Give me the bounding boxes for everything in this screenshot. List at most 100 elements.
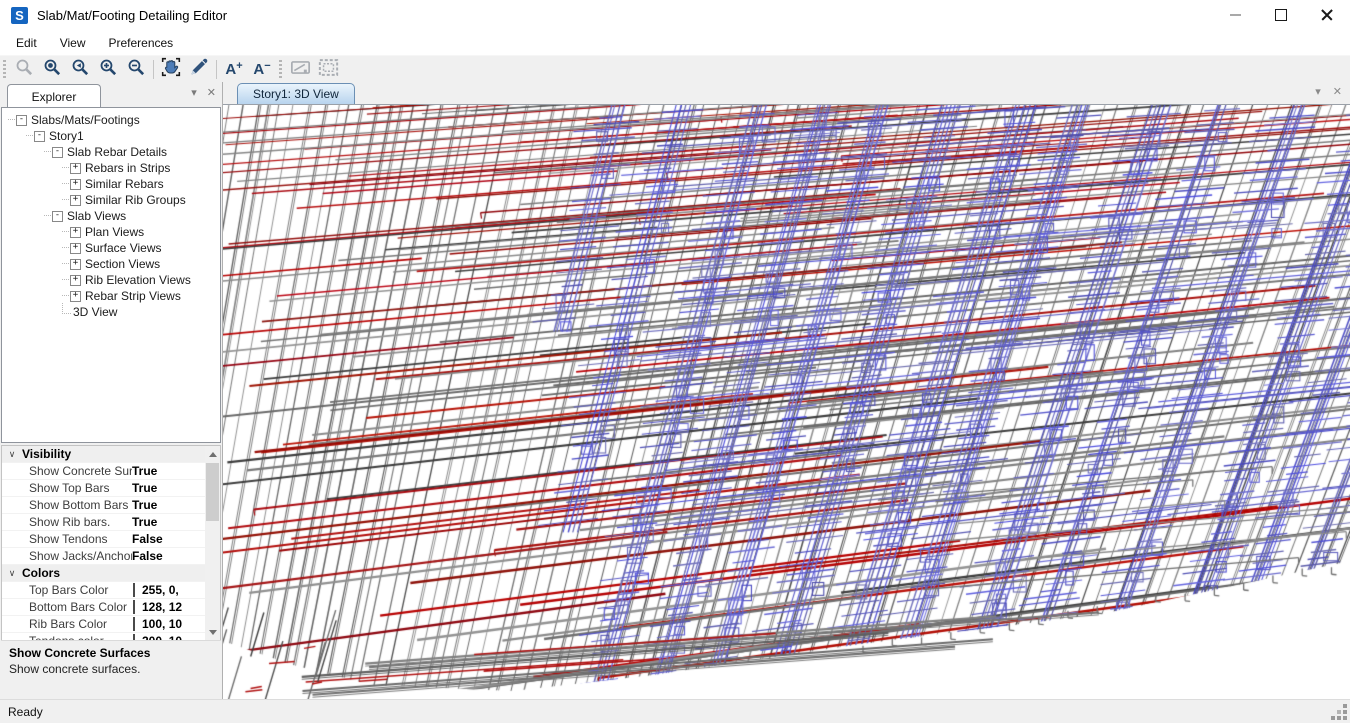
zoom-extents-button	[10, 58, 38, 82]
tree-item-label: Story1	[49, 129, 84, 143]
property-label: Rib Bars Color	[2, 617, 132, 631]
property-category-label: Visibility	[22, 447, 71, 461]
tree-connector	[44, 215, 51, 217]
expand-icon[interactable]: +	[70, 275, 81, 286]
tree-connector	[8, 119, 15, 121]
property-category-colors[interactable]: ∨Colors	[2, 565, 220, 582]
property-category-visibility[interactable]: ∨Visibility	[2, 446, 220, 463]
font-increase-button[interactable]: A+	[220, 58, 248, 82]
property-row-show-bottom-bars[interactable]: Show Bottom BarsTrue	[2, 497, 220, 514]
expand-icon[interactable]: +	[70, 243, 81, 254]
expand-icon[interactable]: +	[70, 291, 81, 302]
tab-story1-3d-view[interactable]: Story1: 3D View	[237, 83, 355, 104]
tree-connector	[44, 151, 51, 153]
pan-hand-icon	[161, 57, 181, 82]
explorer-close-icon[interactable]: ✕	[207, 88, 216, 99]
resize-grip[interactable]	[1343, 716, 1347, 720]
collapse-icon[interactable]: -	[52, 147, 63, 158]
expand-icon[interactable]: +	[70, 195, 81, 206]
tree-item-plan-views[interactable]: +Plan Views	[2, 224, 220, 240]
tree-connector	[26, 135, 33, 137]
chevron-down-icon[interactable]: ∨	[2, 568, 22, 579]
property-help-title: Show Concrete Surfaces	[9, 646, 213, 660]
property-value-text: True	[132, 464, 157, 478]
expand-icon[interactable]: +	[70, 259, 81, 270]
document-close-icon[interactable]: ✕	[1333, 87, 1342, 98]
scroll-down-icon[interactable]	[209, 630, 217, 635]
maximize-button[interactable]	[1258, 0, 1304, 30]
propgrid-scrollbar[interactable]	[205, 446, 220, 641]
tree-item-label: Slabs/Mats/Footings	[31, 113, 140, 127]
explorer-menu-icon[interactable]: ▾	[191, 88, 197, 99]
tree-item-section-views[interactable]: +Section Views	[2, 256, 220, 272]
property-label: Show Top Bars	[2, 481, 132, 495]
font-decrease-button[interactable]: A−	[248, 58, 276, 82]
property-label: Top Bars Color	[2, 583, 132, 597]
property-value-text: 100, 10	[142, 617, 182, 631]
menu-item-edit[interactable]: Edit	[6, 32, 47, 54]
property-row-top-bars-color[interactable]: Top Bars Color255, 0,	[2, 582, 220, 599]
chevron-down-icon[interactable]: ∨	[2, 449, 22, 460]
tree-item-rebar-strip-views[interactable]: + Rebar Strip Views	[2, 288, 220, 304]
status-bar: Ready	[0, 699, 1350, 723]
tree-item-slabs-mats-footings[interactable]: -Slabs/Mats/Footings	[2, 112, 220, 128]
zoom-previous-button[interactable]	[66, 58, 94, 82]
property-row-show-tendons[interactable]: Show TendonsFalse	[2, 531, 220, 548]
tree-item-slab-rebar-details[interactable]: -Slab Rebar Details	[2, 144, 220, 160]
minimize-button[interactable]	[1212, 0, 1258, 30]
color-swatch[interactable]	[133, 617, 135, 631]
property-row-bottom-bars-color[interactable]: Bottom Bars Color128, 12	[2, 599, 220, 616]
property-label: Show Jacks/Anchors	[2, 549, 132, 563]
collapse-icon[interactable]: -	[52, 211, 63, 222]
tree-item-story1[interactable]: -Story1	[2, 128, 220, 144]
property-row-show-rib-bars-[interactable]: Show Rib bars.True	[2, 514, 220, 531]
tree-item-rib-elevation-views[interactable]: + Rib Elevation Views	[2, 272, 220, 288]
region-icon	[318, 58, 339, 82]
minimize-icon	[1230, 14, 1241, 16]
tree-connector	[62, 183, 69, 185]
tree-connector	[62, 231, 69, 233]
tree-item-rebars-in-strips[interactable]: +Rebars in Strips	[2, 160, 220, 176]
expand-icon[interactable]: +	[70, 179, 81, 190]
property-row-rib-bars-color[interactable]: Rib Bars Color 100, 10	[2, 616, 220, 633]
property-help-text: Show concrete surfaces.	[9, 662, 213, 676]
color-swatch[interactable]	[133, 583, 135, 597]
property-row-show-jacks-anchors[interactable]: Show Jacks/AnchorsFalse	[2, 548, 220, 565]
tree-item-label: Rib Elevation Views	[85, 273, 191, 287]
property-row-show-top-bars[interactable]: Show Top BarsTrue	[2, 480, 220, 497]
property-value-text: True	[132, 515, 157, 529]
tree-item-label: Rebar Strip Views	[85, 289, 181, 303]
property-value-text: True	[132, 498, 157, 512]
tree-item-label: Similar Rebars	[85, 177, 164, 191]
tree-item-3d-view[interactable]: 3D View	[2, 304, 220, 320]
expand-icon[interactable]: +	[70, 227, 81, 238]
color-swatch[interactable]	[133, 600, 135, 614]
tree-item-slab-views[interactable]: -Slab Views	[2, 208, 220, 224]
pan-button[interactable]	[157, 58, 185, 82]
property-row-show-concrete-surfaces[interactable]: Show Concrete SurfacesTrue	[2, 463, 220, 480]
property-value-text: True	[132, 481, 157, 495]
zoom-window-button[interactable]	[38, 58, 66, 82]
zoom-in-button[interactable]	[94, 58, 122, 82]
menu-item-view[interactable]: View	[50, 32, 96, 54]
tree-item-similar-rib-groups[interactable]: +Similar Rib Groups	[2, 192, 220, 208]
close-button[interactable]	[1304, 0, 1350, 30]
collapse-icon[interactable]: -	[34, 131, 45, 142]
toolbar-grip	[279, 60, 282, 79]
3d-viewport-canvas[interactable]	[223, 105, 1350, 701]
tree-item-surface-views[interactable]: +Surface Views	[2, 240, 220, 256]
menu-item-preferences[interactable]: Preferences	[98, 32, 183, 54]
collapse-icon[interactable]: -	[16, 115, 27, 126]
scroll-up-icon[interactable]	[209, 452, 217, 457]
scroll-thumb[interactable]	[206, 463, 219, 521]
app-logo-icon: S	[11, 7, 28, 24]
tab-explorer[interactable]: Explorer	[7, 84, 101, 108]
zoom-out-button[interactable]	[122, 58, 150, 82]
document-menu-icon[interactable]: ▾	[1315, 87, 1321, 98]
magnifier-dot-icon	[43, 58, 62, 82]
expand-icon[interactable]: +	[70, 163, 81, 174]
draw-button[interactable]	[185, 58, 213, 82]
tree-item-label: Slab Rebar Details	[67, 145, 167, 159]
tree-item-similar-rebars[interactable]: + Similar Rebars	[2, 176, 220, 192]
font-increase-icon: A	[225, 62, 236, 77]
